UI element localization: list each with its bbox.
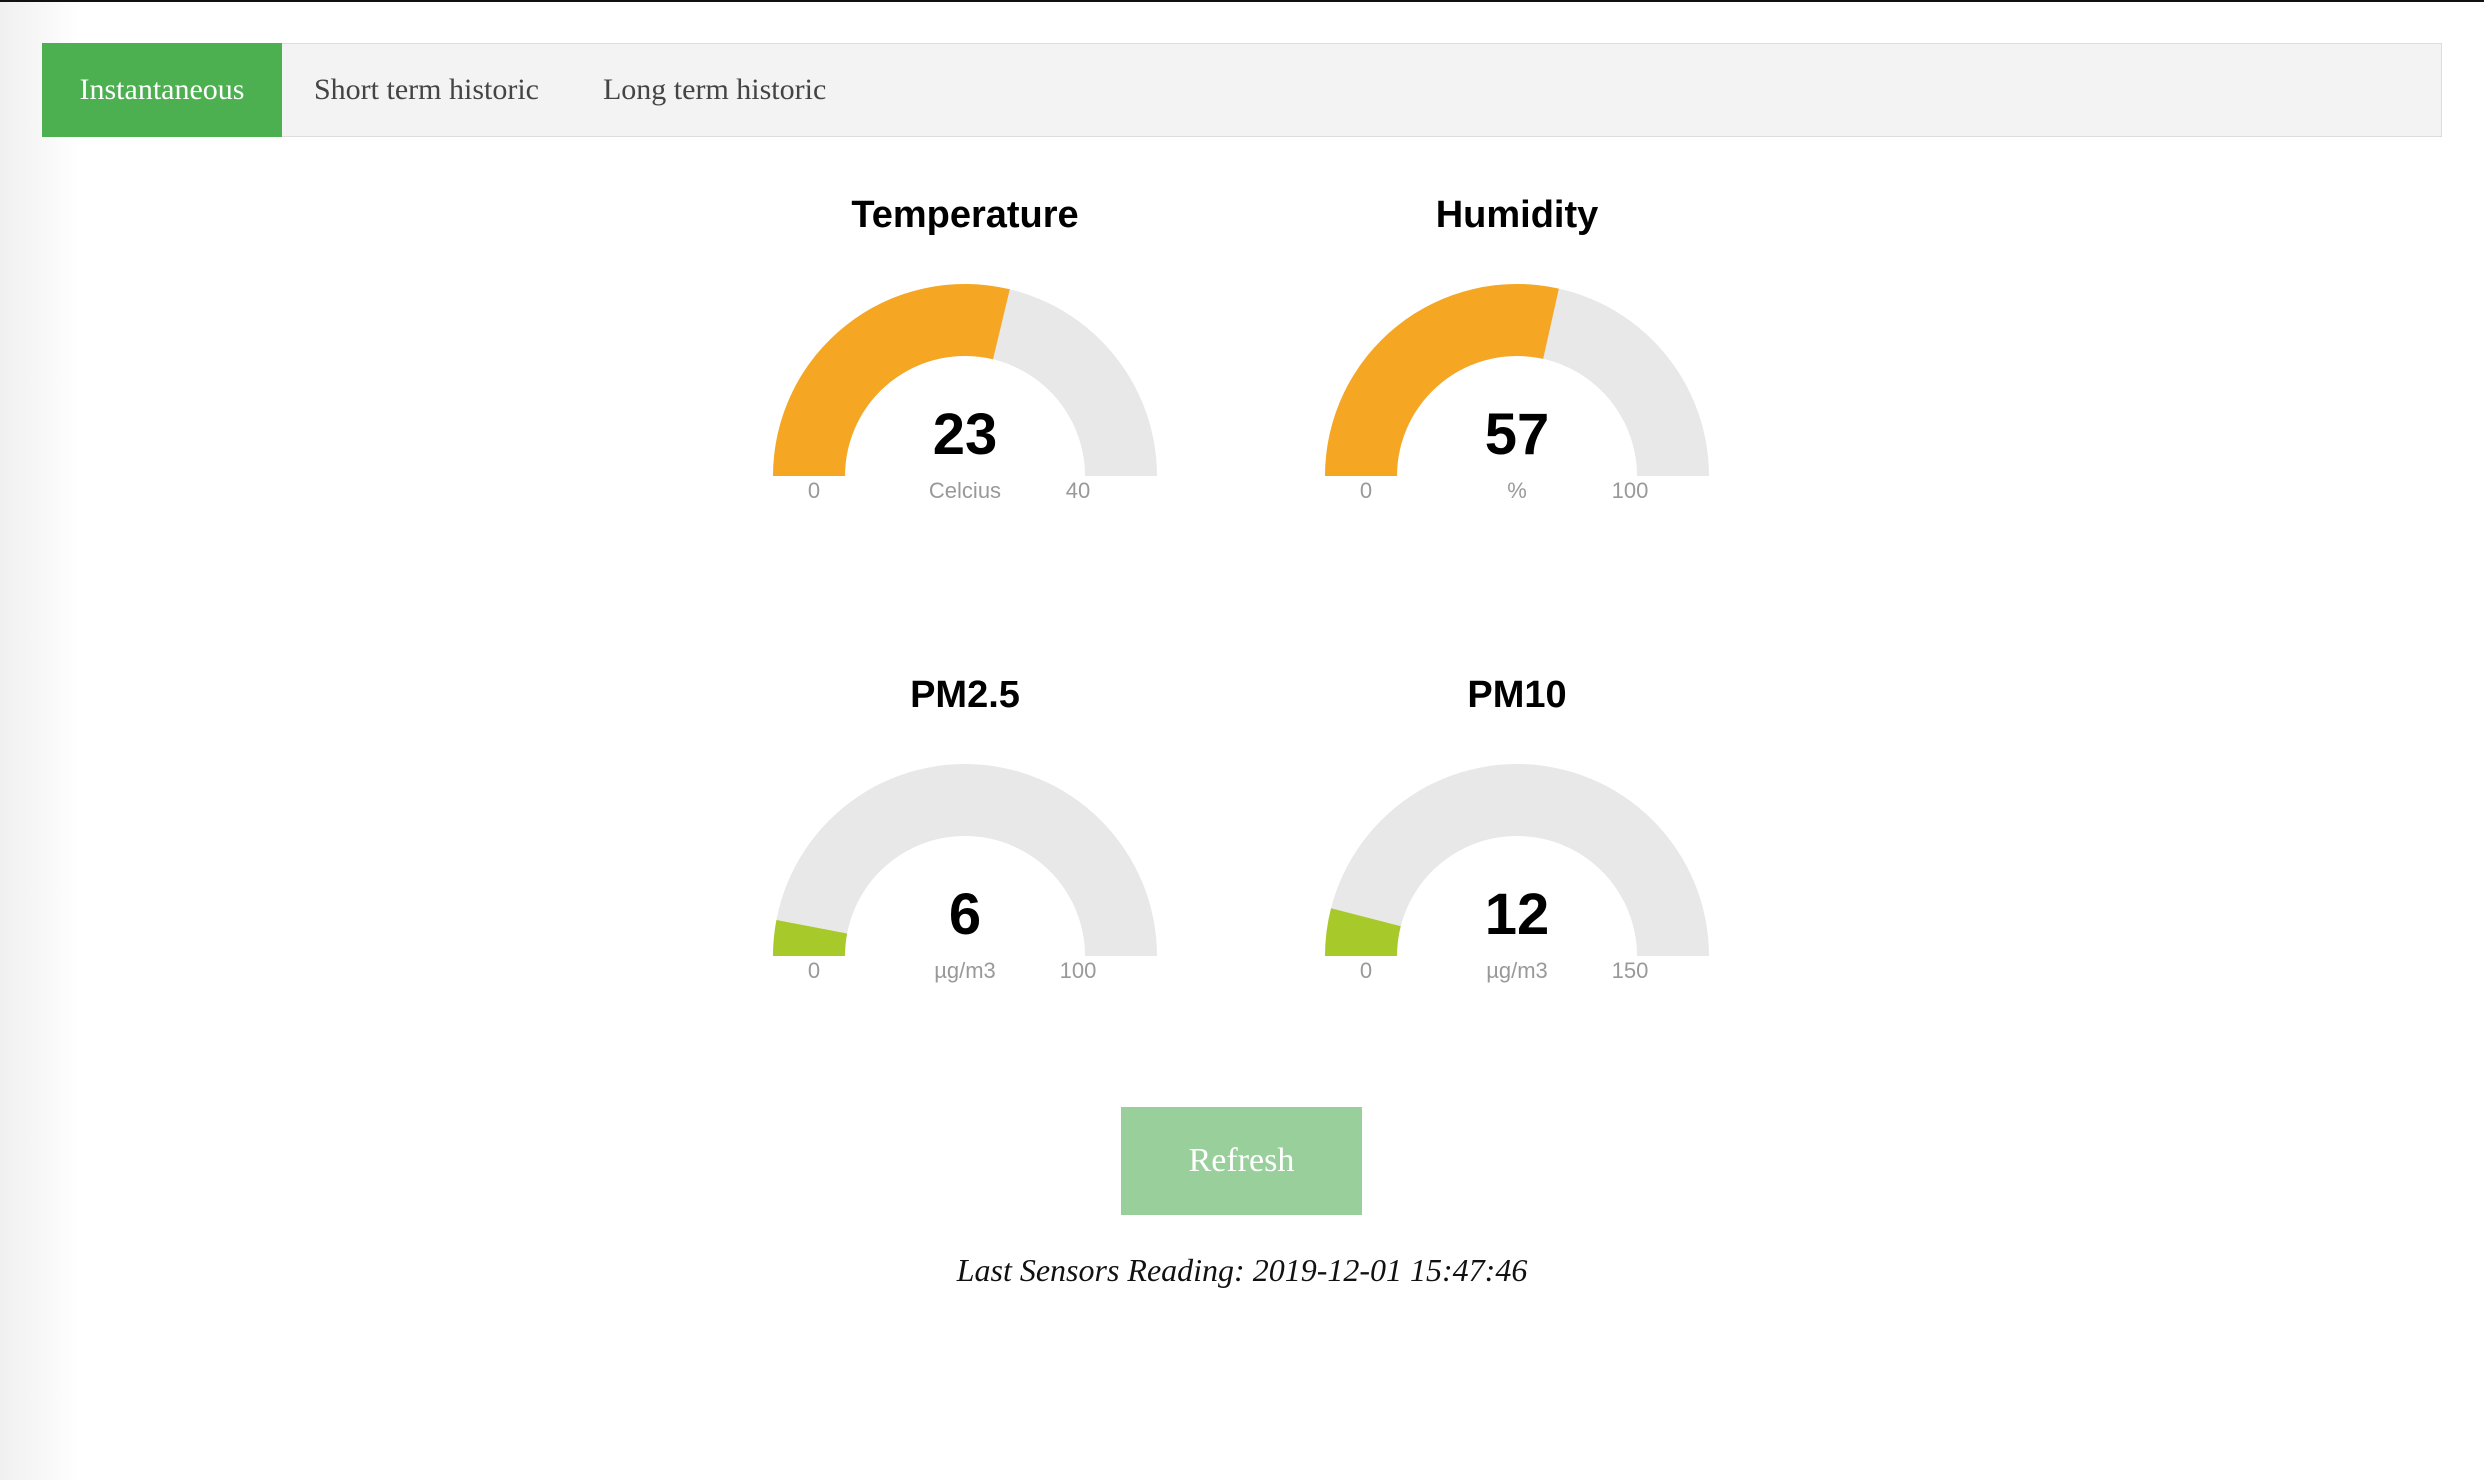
- gauge-title: PM10: [1467, 674, 1567, 716]
- gauge-min-label: 0: [1359, 478, 1373, 503]
- gauge-humidity: Humidity 57 % 0 100: [1317, 190, 1717, 610]
- gauge-temperature: Temperature 23 Celcius 0 40: [765, 190, 1165, 610]
- gauge-title: Temperature: [851, 194, 1079, 236]
- tab-long-term-historic[interactable]: Long term historic: [571, 44, 858, 136]
- gauge-max-label: 150: [1611, 958, 1649, 983]
- gauge-value: 6: [948, 882, 982, 947]
- gauge-pm10: PM10 12 µg/m3 0 150: [1317, 670, 1717, 1090]
- gauge-title: PM2.5: [910, 674, 1020, 716]
- tab-bar: Instantaneous Short term historic Long t…: [42, 43, 2442, 137]
- gauge-min-label: 0: [807, 478, 821, 503]
- tab-short-term-historic[interactable]: Short term historic: [282, 44, 571, 136]
- gauge-min-label: 0: [1359, 958, 1373, 983]
- gauge-max-label: 40: [1065, 478, 1091, 503]
- gauge-pm25: PM2.5 6 µg/m3 0 100: [765, 670, 1165, 1090]
- last-reading-label: Last Sensors Reading:: [956, 1252, 1245, 1288]
- window-top-border: [0, 0, 2484, 2]
- last-sensors-reading: Last Sensors Reading: 2019-12-01 15:47:4…: [0, 1250, 2484, 1290]
- gauge-value: 23: [932, 402, 998, 467]
- last-reading-timestamp: 2019-12-01 15:47:46: [1252, 1252, 1528, 1288]
- gauge-value: 57: [1484, 402, 1550, 467]
- tab-instantaneous[interactable]: Instantaneous: [42, 43, 282, 137]
- gauge-min-label: 0: [807, 958, 821, 983]
- gauge-value: 12: [1484, 882, 1550, 947]
- gauge-max-label: 100: [1611, 478, 1649, 503]
- gauge-title: Humidity: [1435, 194, 1599, 236]
- refresh-button[interactable]: Refresh: [1121, 1107, 1362, 1215]
- gauge-max-label: 100: [1059, 958, 1097, 983]
